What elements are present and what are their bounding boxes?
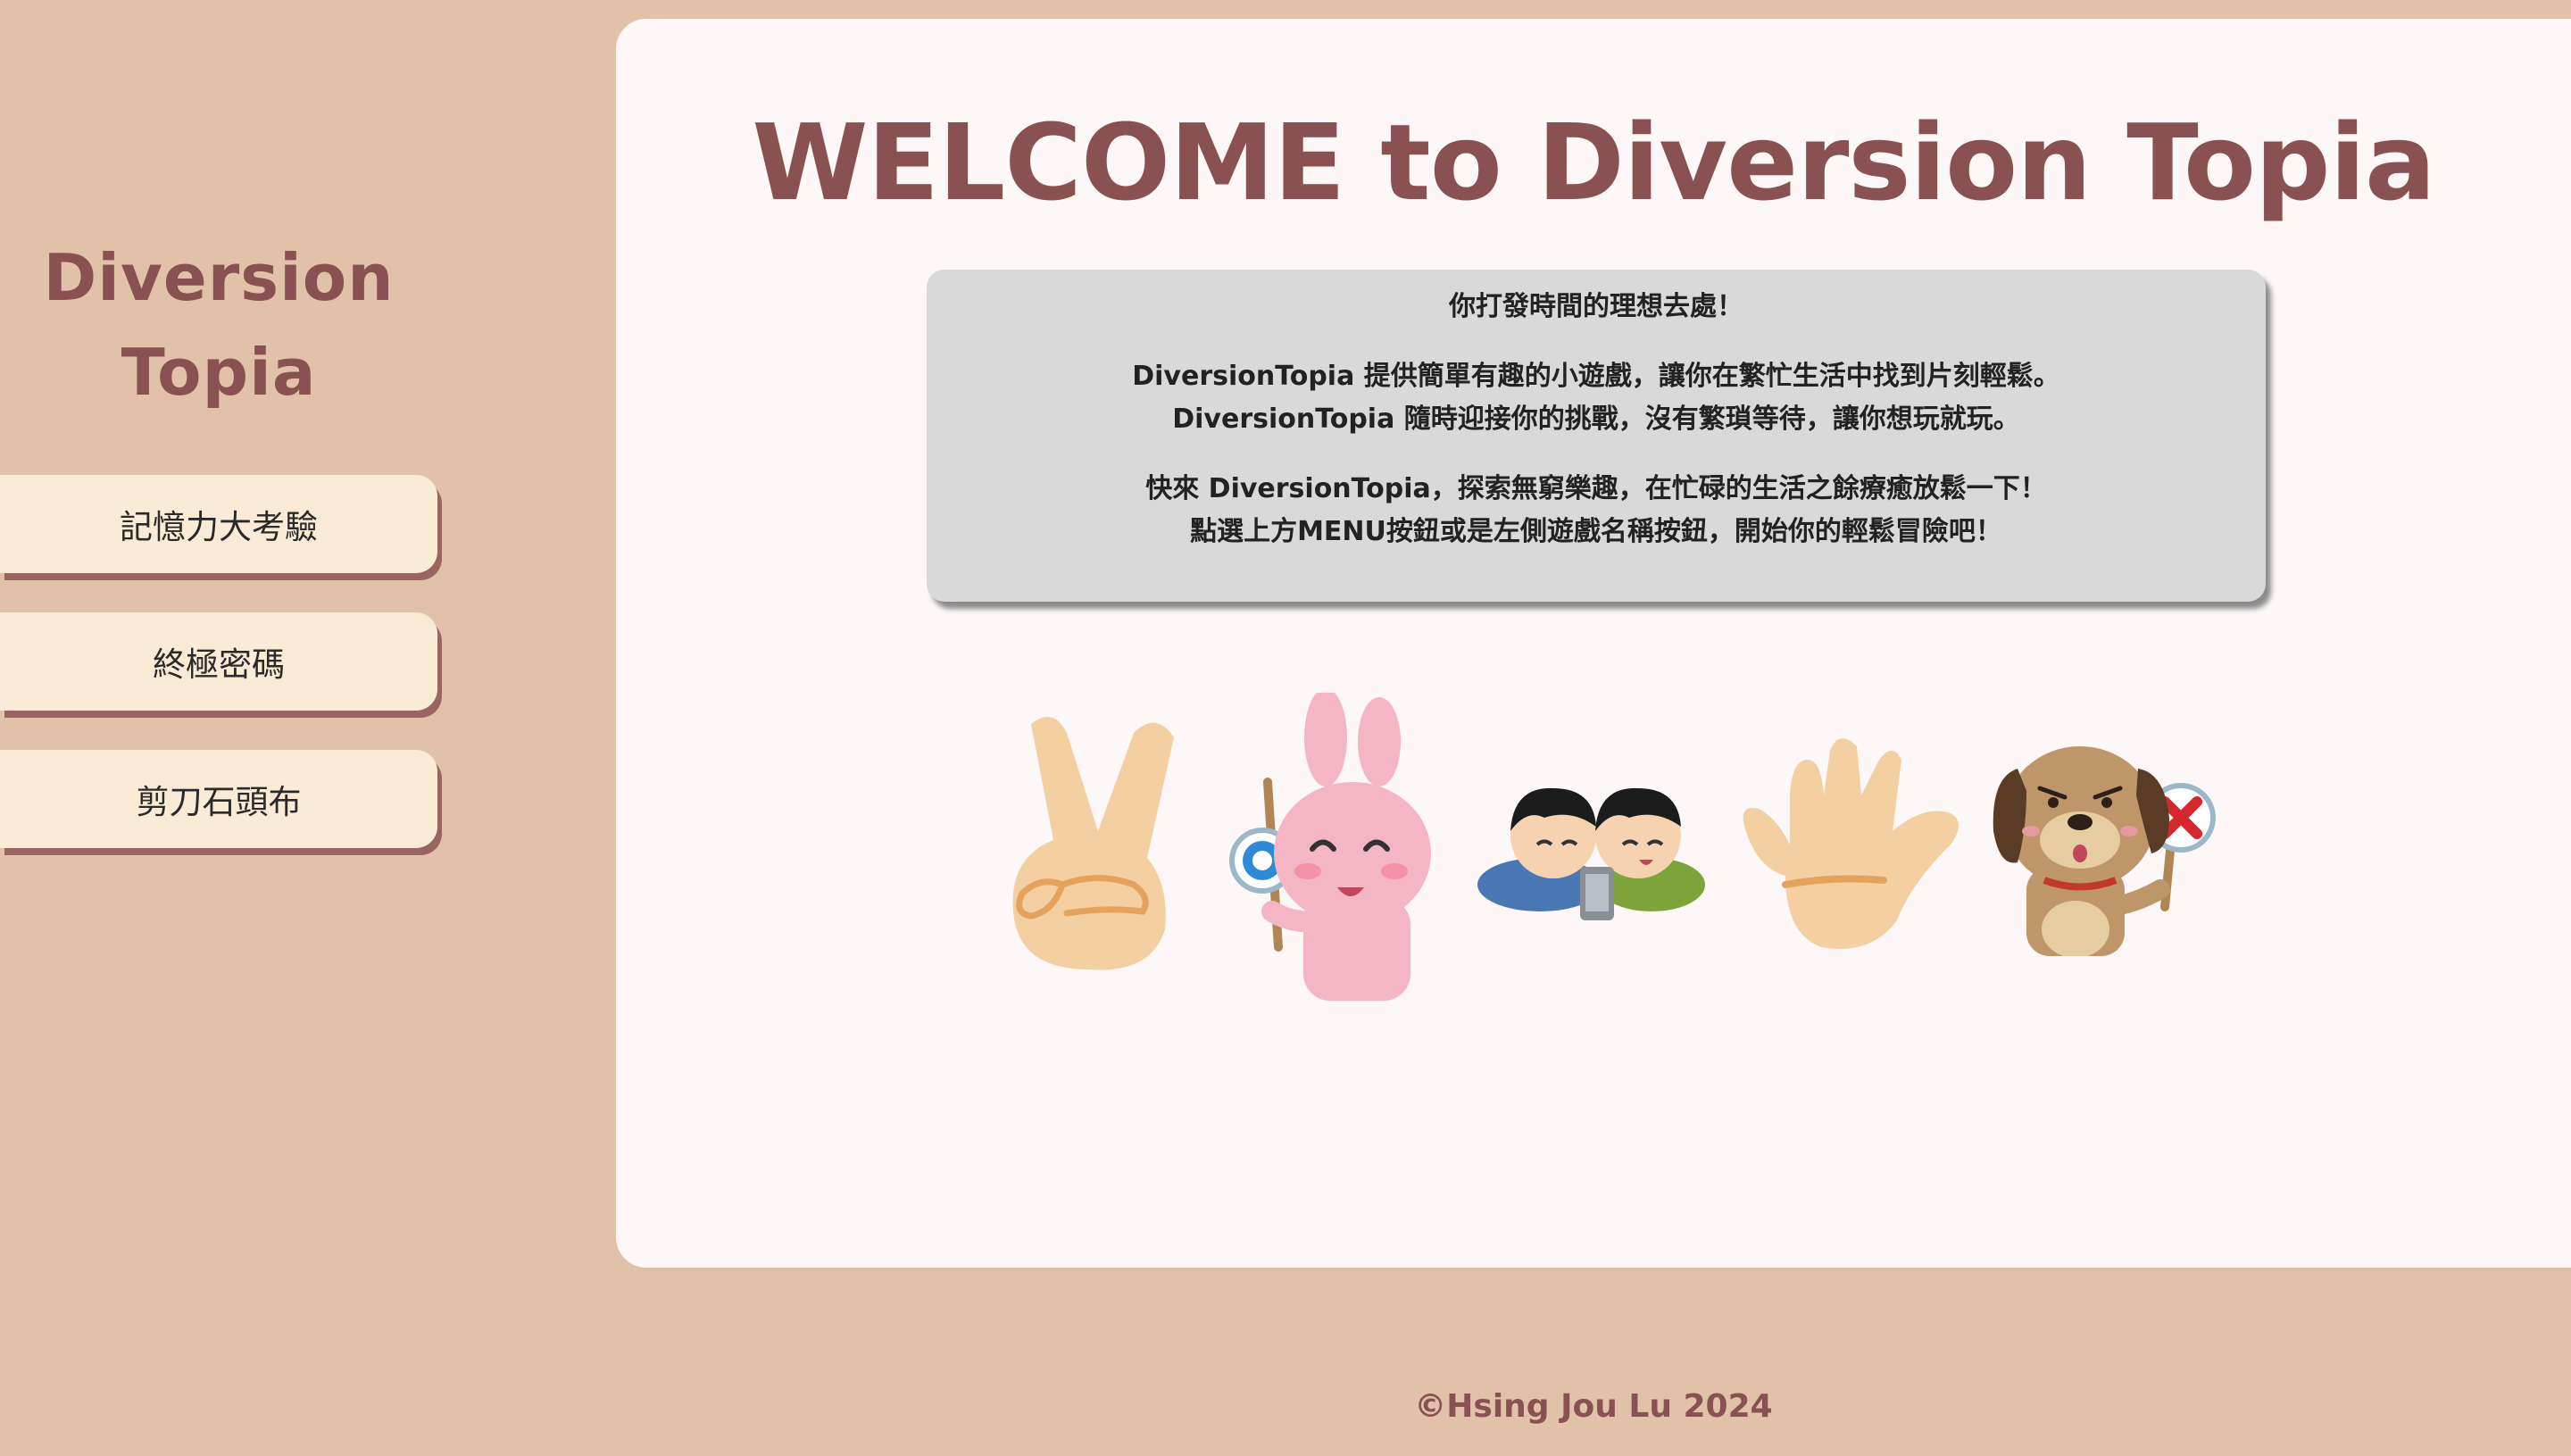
welcome-title: WELCOME to Diversion Topia — [752, 101, 2435, 224]
site-logo[interactable]: Diversion Topia — [0, 230, 437, 420]
footer-copyright: ©Hsing Jou Lu 2024 — [1414, 1388, 1773, 1425]
pink-rabbit-correct-sign-icon — [1229, 693, 1431, 1001]
main-panel: WELCOME to Diversion Topia 你打發時間的理想去處！ D… — [616, 19, 2571, 1268]
nav-guess-number-button[interactable]: 終極密碼 — [0, 612, 437, 711]
logo-line1: Diversion — [43, 240, 395, 315]
nav-memory-game-button[interactable]: 記憶力大考驗 — [0, 475, 437, 573]
intro-paragraph-2: 快來 DiversionTopia，探索無窮樂趣，在忙碌的生活之餘療癒放鬆一下！… — [927, 468, 2266, 553]
peace-sign-hand-icon — [1012, 717, 1174, 970]
sidebar: Diversion Topia 記憶力大考驗 終極密碼 剪刀石頭布 — [0, 0, 616, 1456]
intro-line: 快來 DiversionTopia，探索無窮樂趣，在忙碌的生活之餘療癒放鬆一下！ — [1145, 473, 2047, 504]
intro-tagline: 你打發時間的理想去處！ — [1449, 291, 1743, 322]
open-palm-hand-icon — [1743, 738, 1959, 949]
intro-box: 你打發時間的理想去處！ DiversionTopia 提供簡單有趣的小遊戲，讓你… — [927, 270, 2266, 602]
intro-line: DiversionTopia 隨時迎接你的挑戰，沒有繁瑣等待，讓你想玩就玩。 — [1172, 404, 2020, 435]
dog-wrong-sign-icon — [1993, 746, 2216, 956]
intro-line: DiversionTopia 提供簡單有趣的小遊戲，讓你在繁忙生活中找到片刻輕鬆… — [1132, 361, 2060, 392]
nav-rock-paper-scissors-button[interactable]: 剪刀石頭布 — [0, 750, 437, 848]
two-boys-smartphone-icon — [1477, 787, 1705, 920]
logo-line2: Topia — [121, 335, 317, 410]
intro-paragraph-1: DiversionTopia 提供簡單有趣的小遊戲，讓你在繁忙生活中找到片刻輕鬆… — [927, 355, 2266, 441]
intro-line: 點選上方MENU按鈕或是左側遊戲名稱按鈕，開始你的輕鬆冒險吧！ — [1190, 516, 2002, 547]
